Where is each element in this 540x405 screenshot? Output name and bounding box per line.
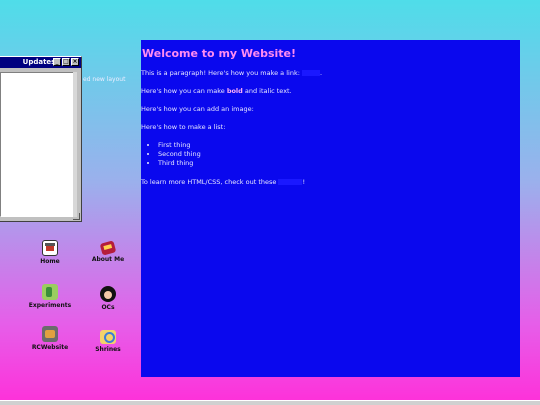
desktop-icon-home[interactable]: Home [22,240,78,265]
website-icon [42,326,58,342]
resize-handle-icon[interactable] [73,213,80,220]
desktop-icon-shrines[interactable]: Shrines [80,330,136,353]
bold-text: bold [226,87,243,95]
example-link[interactable] [302,70,320,76]
paragraph-text: Here's how you can make [141,87,227,95]
paragraph-text: To learn more HTML/CSS, check out these [141,178,277,186]
paragraph-list: Here's how to make a list: [141,123,226,131]
updates-window: Updates _ □ × [0,56,82,222]
list-item: Third thing [158,159,520,168]
paragraph-punctuation: ! [302,178,306,186]
list-item: Second thing [158,150,520,159]
updates-window-scrollbar[interactable] [73,72,77,217]
main-content-panel: Welcome to my Website! This is a paragra… [141,40,520,377]
updates-window-titlebar[interactable]: Updates _ □ × [0,57,81,68]
notebook-icon [99,240,117,256]
paragraph-bold: Here's how you can make bold and italic … [141,87,520,95]
paragraph-punctuation: . [320,69,323,77]
desktop-icon-label: RCWebsite [31,344,69,351]
characters-icon [100,286,116,302]
desktop-icon-label: Shrines [95,346,121,353]
minimize-icon[interactable]: _ [53,58,61,66]
paragraph-image: Here's how you can add an image: [141,105,254,113]
updates-overflow-text: ed new layout [83,76,126,83]
taskbar [0,400,540,405]
example-list: First thing Second thing Third thing [141,141,520,168]
resources-link[interactable] [278,179,303,185]
desktop-icon-label: OCs [101,304,115,311]
folder-search-icon [100,330,116,344]
home-icon [42,240,58,256]
paragraph-text: and italic text. [242,87,292,95]
maximize-icon[interactable]: □ [62,58,70,66]
desktop-icon-experiments[interactable]: Experiments [22,284,78,309]
updates-window-content [0,72,77,217]
list-item: First thing [158,141,520,150]
page-heading: Welcome to my Website! [142,47,297,60]
paragraph-learn-more: To learn more HTML/CSS, check out these … [141,178,520,186]
desktop-icon-label: Home [40,258,60,265]
close-icon[interactable]: × [71,58,79,66]
experiments-icon [42,284,58,300]
desktop-icon-label: Experiments [28,302,72,309]
desktop-icon-about-me[interactable]: About Me [80,240,136,263]
desktop-icon-label: About Me [91,256,125,263]
desktop-icon-rcwebsite[interactable]: RCWebsite [22,326,78,351]
desktop-icon-ocs[interactable]: OCs [80,286,136,311]
updates-window-title: Updates [22,58,56,66]
paragraph-text: This is a paragraph! Here's how you make… [141,69,300,77]
paragraph-link: This is a paragraph! Here's how you make… [141,69,520,77]
